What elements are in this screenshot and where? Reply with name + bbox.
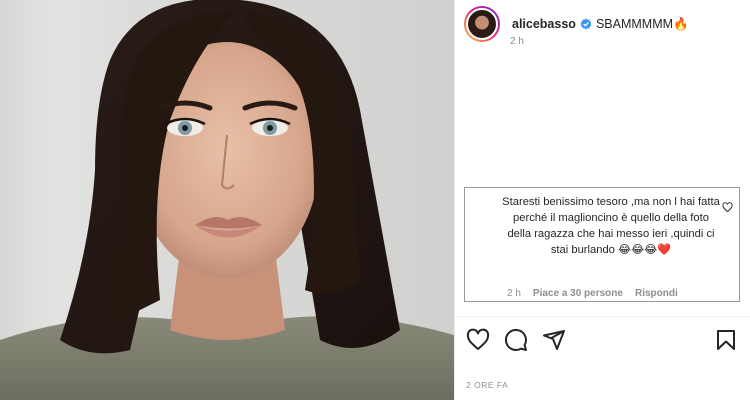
avatar-image	[466, 8, 498, 40]
reply-button[interactable]: Rispondi	[635, 288, 678, 299]
caption-header: alicebasso SBAMMMMM🔥	[464, 6, 689, 42]
comment-text: Staresti benissimo tesoro ,ma non l hai …	[502, 196, 720, 256]
comment-bubble-icon[interactable]	[504, 328, 528, 352]
username-link[interactable]: alicebasso	[512, 17, 576, 31]
portrait-image	[0, 0, 454, 400]
comment-time: 2 h	[507, 288, 521, 299]
comment-likes-link[interactable]: Piace a 30 persone	[533, 288, 623, 299]
comment-like-heart-icon[interactable]	[722, 202, 733, 213]
paper-plane-icon[interactable]	[542, 328, 566, 352]
divider	[454, 316, 750, 317]
post-photo[interactable]	[0, 0, 454, 400]
caption-text: SBAMMMMM🔥	[595, 16, 689, 31]
post-time: 2 h	[510, 36, 524, 47]
post-date: 2 ORE FA	[466, 380, 509, 390]
bookmark-icon[interactable]	[714, 328, 738, 352]
caption: alicebasso SBAMMMMM🔥	[512, 17, 689, 32]
heart-icon[interactable]	[466, 328, 490, 352]
verified-badge-icon	[580, 18, 592, 30]
avatar[interactable]	[464, 6, 500, 42]
action-bar	[466, 328, 566, 352]
comment-meta: 2 h Piace a 30 persone Rispondi	[507, 288, 678, 299]
comment-item: Staresti benissimo tesoro ,ma non l hai …	[464, 187, 740, 302]
